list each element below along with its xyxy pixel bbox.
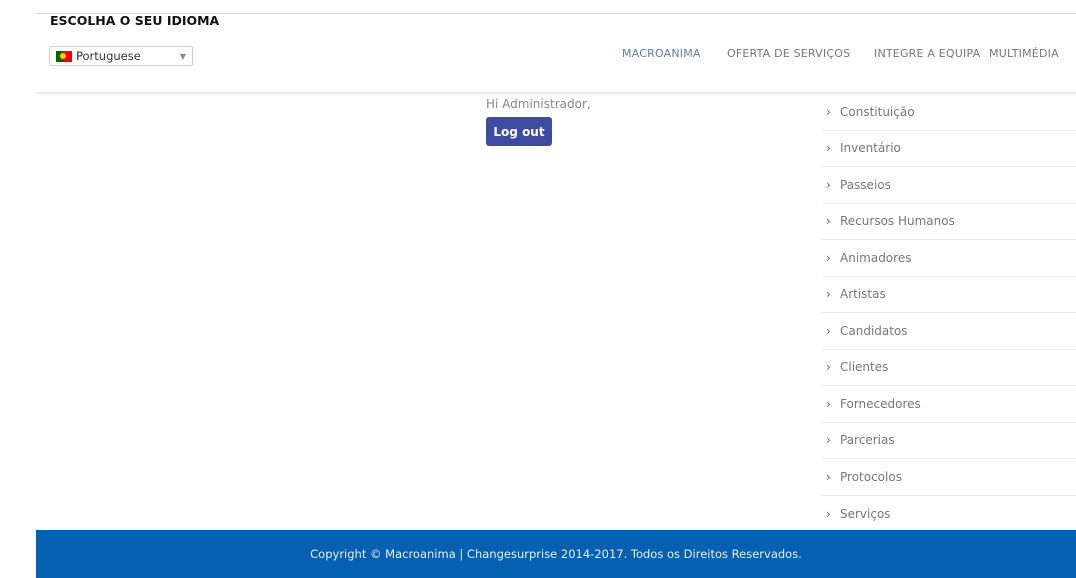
sidebar-item-parcerias[interactable]: › Parcerias	[822, 423, 1076, 459]
language-title: ESCOLHA O SEU IDIOMA	[50, 13, 220, 28]
sidebar-item-label: Parcerias	[840, 433, 895, 448]
sidebar-item-label: Serviços	[840, 506, 891, 521]
sidebar-item-label: Constituição	[840, 104, 915, 119]
sidebar-item-protocolos[interactable]: › Protocolos	[822, 459, 1076, 496]
main-nav: MACROANIMA OFERTA DE SERVIÇOS INTEGRE A …	[0, 47, 1076, 63]
sidebar-menu: › Constituição › Inventário › Passeios › Rec…	[822, 94, 1076, 532]
sidebar-item-label: Recursos Humanos	[840, 214, 955, 229]
nav-item-oferta-de-servicos[interactable]: OFERTA DE SERVIÇOS	[727, 47, 850, 60]
sidebar-item-label: Clientes	[840, 360, 889, 375]
sidebar-item-recursos-humanos[interactable]: › Recursos Humanos	[822, 204, 1076, 240]
nav-item-integre-a-equipa[interactable]: INTEGRE A EQUIPA	[874, 47, 980, 60]
chevron-right-icon: ›	[826, 141, 831, 156]
footer-copyright: Copyright © Macroanima | Changesurprise …	[310, 547, 802, 561]
sidebar-item-label: Fornecedores	[840, 396, 921, 411]
chevron-right-icon: ›	[826, 214, 831, 229]
page: ESCOLHA O SEU IDIOMA Portuguese ▼ MACROA…	[0, 0, 1076, 578]
logout-button[interactable]: Log out	[486, 117, 552, 146]
chevron-right-icon: ›	[826, 396, 831, 411]
sidebar-item-artistas[interactable]: › Artistas	[822, 277, 1076, 313]
sidebar-item-fornecedores[interactable]: › Fornecedores	[822, 386, 1076, 423]
greeting-text: Hi Administrador,	[486, 97, 591, 111]
chevron-right-icon: ›	[826, 469, 831, 484]
chevron-right-icon: ›	[826, 287, 831, 302]
sidebar-item-inventario[interactable]: › Inventário	[822, 131, 1076, 167]
footer: Copyright © Macroanima | Changesurprise …	[36, 530, 1076, 578]
sidebar-item-label: Passeios	[840, 177, 891, 192]
sidebar-item-candidatos[interactable]: › Candidatos	[822, 313, 1076, 350]
sidebar-item-passeios[interactable]: › Passeios	[822, 167, 1076, 204]
chevron-right-icon: ›	[826, 104, 831, 119]
chevron-right-icon: ›	[826, 177, 831, 192]
chevron-right-icon: ›	[826, 250, 831, 265]
sidebar-item-label: Candidatos	[840, 323, 908, 338]
sidebar-item-constituicao[interactable]: › Constituição	[822, 94, 1076, 131]
sidebar-item-label: Artistas	[840, 287, 886, 302]
nav-item-macroanima[interactable]: MACROANIMA	[622, 47, 701, 60]
sidebar-item-label: Animadores	[840, 250, 912, 265]
nav-item-multimedia[interactable]: MULTIMÉDIA	[989, 47, 1059, 60]
sidebar-item-label: Inventário	[840, 141, 901, 156]
sidebar-item-label: Protocolos	[840, 469, 902, 484]
sidebar-item-clientes[interactable]: › Clientes	[822, 350, 1076, 386]
chevron-right-icon: ›	[826, 433, 831, 448]
sidebar-item-servicos[interactable]: › Serviços	[822, 496, 1076, 533]
sidebar-item-animadores[interactable]: › Animadores	[822, 240, 1076, 277]
chevron-right-icon: ›	[826, 323, 831, 338]
chevron-right-icon: ›	[826, 360, 831, 375]
chevron-right-icon: ›	[826, 506, 831, 521]
